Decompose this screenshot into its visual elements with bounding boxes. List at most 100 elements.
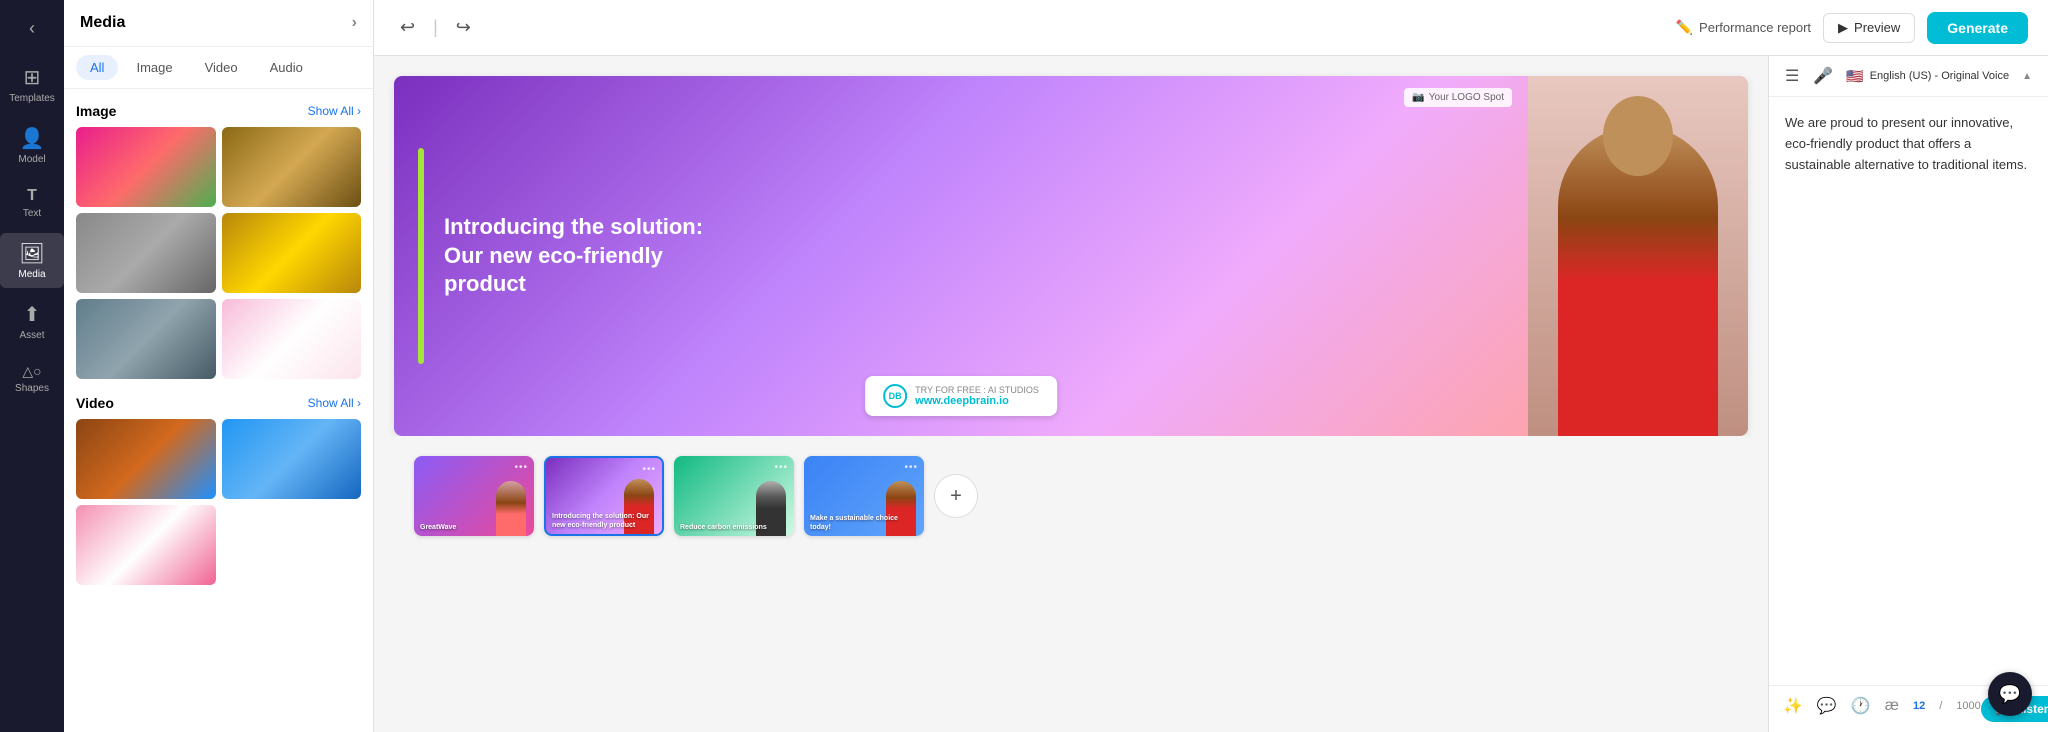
tab-audio[interactable]: Audio [256, 55, 317, 80]
image-thumb-flowers2[interactable] [222, 299, 362, 379]
sidebar-item-media[interactable]: 🖼 Media [0, 233, 64, 288]
chat-support-button[interactable]: 💬 [1988, 672, 2032, 716]
asset-icon: ⬆ [24, 302, 41, 327]
image-thumb-gold[interactable] [222, 213, 362, 293]
image-thumb-woman[interactable] [76, 213, 216, 293]
toolbar-divider: | [433, 17, 438, 38]
top-toolbar: ↩ | ↪ ✏️ Performance report ▶ Preview Ge… [374, 0, 2048, 56]
main-area: ↩ | ↪ ✏️ Performance report ▶ Preview Ge… [374, 0, 2048, 732]
sidebar-shapes-label: Shapes [15, 383, 49, 394]
back-button[interactable]: ‹ [21, 10, 43, 47]
video-grid [76, 419, 361, 585]
right-panel-header: ☰ 🎤 🇺🇸 English (US) - Original Voice ▲ [1769, 56, 2048, 97]
image-section-header: Image Show All › [76, 103, 361, 119]
templates-icon: ⊞ [24, 65, 41, 90]
image-thumb-office[interactable] [76, 299, 216, 379]
logo-icon: 📷 [1412, 92, 1424, 103]
thumb-dots-3: ••• [774, 462, 788, 473]
media-tabs: All Image Video Audio [64, 47, 373, 89]
slide-cta: DB TRY FOR FREE : AI STUDIOS www.deepbra… [865, 376, 1057, 416]
video-section-header: Video Show All › [76, 395, 361, 411]
thumbnail-strip: ••• GreatWave ••• Introducing the soluti… [394, 436, 1748, 556]
slide-canvas: Introducing the solution: Our new eco-fr… [374, 56, 1768, 732]
slide-cta-url: www.deepbrain.io [915, 395, 1039, 407]
thumb-dots-4: ••• [904, 462, 918, 473]
sidebar-templates-label: Templates [9, 93, 55, 104]
char-limit: 1000 [1956, 700, 1980, 712]
video-section-title: Video [76, 395, 114, 411]
sidebar-asset-label: Asset [19, 330, 44, 341]
slide-accent-bar [418, 148, 424, 364]
preview-button[interactable]: ▶ Preview [1823, 13, 1915, 43]
chevron-up-icon[interactable]: ▲ [2022, 71, 2032, 82]
undo-button[interactable]: ↩ [394, 13, 421, 42]
slide-logo: 📷 Your LOGO Spot [1404, 88, 1512, 107]
script-text[interactable]: We are proud to present our innovative, … [1769, 97, 2048, 685]
media-content: Image Show All › Video Show All › [64, 89, 373, 732]
slide-content: Introducing the solution: Our new eco-fr… [394, 76, 1528, 436]
sidebar-item-text[interactable]: T Text [0, 179, 64, 227]
video-thumb-airport[interactable] [222, 419, 362, 499]
image-thumb-flower[interactable] [76, 127, 216, 207]
generate-button[interactable]: Generate [1927, 12, 2028, 44]
rp-bottom-icons: ✨ 💬 🕐 æ 12 / 1000 [1783, 696, 1981, 716]
performance-report-button[interactable]: ✏️ Performance report [1676, 19, 1811, 36]
video-show-all[interactable]: Show All › [308, 396, 361, 410]
sidebar-model-label: Model [18, 154, 45, 165]
media-panel-header: Media › [64, 0, 373, 47]
char-separator: / [1939, 700, 1942, 712]
thumbnail-1[interactable]: ••• GreatWave [414, 456, 534, 536]
play-icon: ▶ [1838, 20, 1848, 36]
performance-report-label: Performance report [1699, 20, 1811, 35]
chat-icon: 💬 [1999, 684, 2021, 705]
language-label: English (US) - Original Voice [1870, 70, 2009, 82]
language-selector[interactable]: 🇺🇸 English (US) - Original Voice [1846, 68, 2009, 85]
avatar-figure [1528, 76, 1748, 436]
slide-title: Introducing the solution: Our new eco-fr… [444, 213, 744, 299]
sidebar-media-label: Media [18, 269, 45, 280]
close-panel-button[interactable]: › [352, 14, 357, 32]
logo-text: Your LOGO Spot [1429, 92, 1504, 103]
thumbnail-4[interactable]: ••• Make a sustainable choice today! [804, 456, 924, 536]
avatar-head [1603, 96, 1673, 176]
slide-cta-top: TRY FOR FREE : AI STUDIOS [915, 385, 1039, 395]
sidebar-item-model[interactable]: 👤 Model [0, 118, 64, 173]
redo-button[interactable]: ↪ [450, 13, 477, 42]
image-section-title: Image [76, 103, 116, 119]
pencil-icon: ✏️ [1676, 19, 1693, 36]
canvas-area: Introducing the solution: Our new eco-fr… [374, 56, 2048, 732]
rp-icon-group: ☰ 🎤 [1785, 66, 1833, 86]
slide-cta-content: TRY FOR FREE : AI STUDIOS www.deepbrain.… [915, 385, 1039, 407]
thumb-dots-2: ••• [642, 464, 656, 475]
sidebar-text-label: Text [23, 208, 41, 219]
sidebar-item-shapes[interactable]: △○ Shapes [0, 355, 64, 402]
spell-icon[interactable]: æ [1885, 697, 1899, 715]
preview-label: Preview [1854, 20, 1900, 35]
menu-icon[interactable]: ☰ [1785, 66, 1799, 86]
tab-all[interactable]: All [76, 55, 118, 80]
magic-icon[interactable]: ✨ [1783, 696, 1803, 716]
text-icon: T [27, 187, 37, 205]
left-sidebar: ‹ ⊞ Templates 👤 Model T Text 🖼 Media ⬆ A… [0, 0, 64, 732]
microphone-icon[interactable]: 🎤 [1813, 66, 1833, 86]
video-thumb-beach[interactable] [76, 419, 216, 499]
toolbar-right: ✏️ Performance report ▶ Preview Generate [1676, 12, 2028, 44]
image-show-all[interactable]: Show All › [308, 104, 361, 118]
thumbnail-3[interactable]: ••• Reduce carbon emissions [674, 456, 794, 536]
right-panel: ☰ 🎤 🇺🇸 English (US) - Original Voice ▲ W… [1768, 56, 2048, 732]
chat-icon[interactable]: 💬 [1817, 696, 1837, 716]
tab-image[interactable]: Image [122, 55, 186, 80]
media-icon: 🖼 [19, 241, 44, 266]
thumb-label-2: Introducing the solution: Our new eco-fr… [552, 513, 656, 530]
sidebar-item-asset[interactable]: ⬆ Asset [0, 294, 64, 349]
sidebar-item-templates[interactable]: ⊞ Templates [0, 57, 64, 112]
clock-icon[interactable]: 🕐 [1851, 696, 1871, 716]
add-slide-button[interactable]: + [934, 474, 978, 518]
thumbnail-2[interactable]: ••• Introducing the solution: Our new ec… [544, 456, 664, 536]
media-panel: Media › All Image Video Audio Image Show… [64, 0, 374, 732]
tab-video[interactable]: Video [191, 55, 252, 80]
image-thumb-hands[interactable] [222, 127, 362, 207]
video-thumb-cherry[interactable] [76, 505, 216, 585]
main-slide[interactable]: Introducing the solution: Our new eco-fr… [394, 76, 1748, 436]
model-icon: 👤 [20, 126, 45, 151]
